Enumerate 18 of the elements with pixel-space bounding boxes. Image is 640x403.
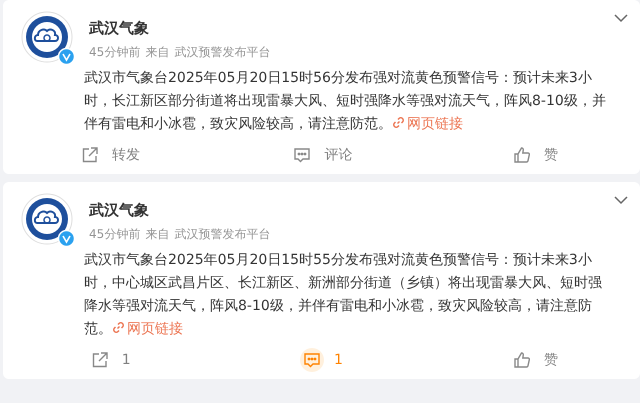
- source-name: 武汉预警发布平台: [174, 45, 270, 59]
- post-time: 45分钟前: [89, 45, 140, 59]
- comment-button[interactable]: 1: [215, 345, 428, 375]
- account-name[interactable]: 武汉气象: [89, 199, 276, 221]
- source-name: 武汉预警发布平台: [174, 227, 270, 241]
- repost-button[interactable]: 转发: [3, 140, 216, 170]
- repost-button[interactable]: 1: [3, 345, 216, 375]
- post-text: 武汉市气象台2025年05月20日15时55分发布强对流黄色预警信号：预计未来3小时，中心城区武昌片区、长江新区、新洲部分街道（乡镇）将出现雷暴大风、短时强降水等强对流天气，阵风8-10级，并伴有雷电和小冰雹，致灾风险较高，请注意防范。 网页链接: [84, 251, 603, 339]
- web-link[interactable]: 网页链接: [112, 321, 183, 337]
- comment-button[interactable]: 评论: [215, 140, 428, 170]
- post-time: 45分钟前: [89, 227, 140, 241]
- account-name[interactable]: 武汉气象: [89, 17, 276, 39]
- source-label: 来自: [145, 45, 170, 59]
- like-button[interactable]: 赞: [428, 140, 640, 170]
- like-button[interactable]: 赞: [428, 345, 640, 375]
- post-text: 武汉市气象台2025年05月20日15时56分发布强对流黄色预警信号：预计未来3小时，长江新区部分街道将出现雷暴大风、短时强降水等强对流天气，阵风8-10级，并伴有雷电和小冰雹，致灾风险较高，请注意防范。 网页链接: [84, 69, 607, 134]
- web-link[interactable]: 网页链接: [392, 116, 463, 132]
- source-label: 来自: [145, 227, 170, 241]
